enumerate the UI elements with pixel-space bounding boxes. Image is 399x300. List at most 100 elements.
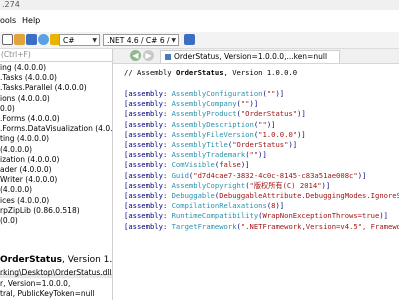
tree-item[interactable]: .Tasks.Parallel (4.0.0.0) <box>0 83 87 93</box>
tab-label: OrderStatus, Version=1.0.0.0,...ken=null <box>174 52 328 61</box>
code-close: )] <box>379 211 388 221</box>
attribute-name[interactable]: AssemblyConfiguration <box>172 89 263 98</box>
code-open: [assembly: <box>124 191 172 200</box>
code-line: [assembly: Debuggable(DebuggableAttribut… <box>124 191 399 201</box>
back-icon[interactable]: ◀ <box>130 50 141 61</box>
attribute-name[interactable]: RuntimeCompatibility <box>172 211 259 220</box>
code-line: [assembly: AssemblyTrademark("")] <box>124 150 267 160</box>
options-icon[interactable] <box>184 34 195 45</box>
language-value: C# <box>63 36 75 45</box>
attribute-name[interactable]: TargetFramework <box>172 222 237 231</box>
attribute-arg: "版权所有(C) 2014" <box>249 180 322 190</box>
code-comment: // Assembly OrderStatus, Version 1.0.0.0 <box>124 68 297 78</box>
attribute-arg: WrapNonExceptionThrows=true <box>262 211 380 221</box>
tree-item[interactable]: .Forms.DataVisualization (4.0.0.0) <box>0 124 112 134</box>
tree-item[interactable]: Writer (4.0.0.0) <box>0 175 57 185</box>
tree-item[interactable]: rpZipLib (0.86.0.518) <box>0 206 80 216</box>
attribute-arg: DebuggableAttribute.DebuggingModes.Ignor… <box>219 191 399 200</box>
attribute-name[interactable]: Guid <box>172 171 189 180</box>
search-icon[interactable] <box>38 34 49 45</box>
attribute-arg: "OrderStatus" <box>232 140 289 149</box>
open-icon[interactable] <box>2 34 13 45</box>
code-open: [assembly: <box>124 201 172 211</box>
code-open: [assembly: <box>124 109 172 119</box>
tree-item[interactable]: ions (4.0.0.0) <box>0 94 50 104</box>
code-open: [assembly: <box>124 140 172 149</box>
code-open: [assembly: <box>124 99 172 109</box>
folder-icon[interactable] <box>14 34 25 45</box>
attribute-name[interactable]: AssemblyTitle <box>172 140 228 149</box>
assembly-info-path: rking\Desktop\OrderStatus.dll <box>0 268 112 277</box>
tree-item[interactable]: ting (4.0.0.0) <box>0 134 49 144</box>
tree-item[interactable]: 0.0) <box>0 104 15 114</box>
comment-suffix: , Version 1.0.0.0 <box>223 68 298 77</box>
tree-item[interactable]: ader (4.0.0.0) <box>0 165 52 175</box>
code-line: [assembly: RuntimeCompatibility(WrapNonE… <box>124 211 388 221</box>
code-open: [assembly: <box>124 221 172 231</box>
assembly-info-version: , Version 1.0.0.0 <box>62 255 113 265</box>
code-line: [assembly: Guid("d7d4cae7-3832-4c0c-8145… <box>124 171 366 181</box>
attribute-arg: "" <box>258 119 267 129</box>
attribute-arg: ".NETFramework,Version=v4.5", FrameworkD… <box>240 221 399 231</box>
tree-search-input[interactable]: (Ctrl+F) <box>0 49 112 62</box>
attribute-arg: "1.0.0.0" <box>258 129 298 139</box>
code-open: [assembly: <box>124 129 172 139</box>
code-line: [assembly: CompilationRelaxations(8)] <box>124 201 284 211</box>
save-icon[interactable] <box>26 34 37 45</box>
window-title: .274 <box>2 0 20 9</box>
menu-tools[interactable]: ools <box>0 16 16 26</box>
tree-item[interactable]: (4.0.0.0) <box>0 145 32 155</box>
attribute-name[interactable]: AssemblyCopyright <box>172 181 246 190</box>
code-pane: ◀ ▶ OrderStatus, Version=1.0.0.0,...ken=… <box>113 49 399 300</box>
code-close: )] <box>297 109 306 119</box>
tree-item[interactable]: (0.0) <box>0 216 18 226</box>
attribute-name[interactable]: AssemblyCompany <box>172 99 237 108</box>
tab-bar: ◀ ▶ OrderStatus, Version=1.0.0.0,...ken=… <box>113 49 399 64</box>
attribute-arg: "" <box>249 150 259 160</box>
version-select[interactable]: .NET 4.6 / C# 6 / VB▼ <box>103 34 179 57</box>
toolbar: C#▼ .NET 4.6 / C# 6 / VB▼ <box>0 32 399 57</box>
code-close: )] <box>288 140 298 149</box>
code-close: )] <box>275 201 285 211</box>
attribute-name[interactable]: CompilationRelaxations <box>172 201 267 210</box>
tree-item[interactable]: ices (4.0.0.0) <box>0 196 49 206</box>
code-close: )] <box>297 129 306 139</box>
assembly-icon <box>165 54 171 60</box>
tree-item[interactable]: .Tasks (4.0.0.0) <box>0 73 57 83</box>
attribute-name[interactable]: AssemblyDescription <box>172 120 254 129</box>
code-line: [assembly: TargetFramework(".NETFramewor… <box>124 222 399 232</box>
code-open: [assembly: <box>124 150 172 160</box>
tree-item[interactable]: ing (4.0.0.0) <box>0 63 46 73</box>
code-line: [assembly: AssemblyFileVersion("1.0.0.0"… <box>124 130 306 140</box>
language-select[interactable]: C# ▼ <box>59 34 100 46</box>
assembly-info-line3: tral, PublicKeyToken=null <box>0 289 95 298</box>
code-open: [assembly: <box>124 89 172 98</box>
attribute-name[interactable]: AssemblyTrademark <box>172 150 246 159</box>
attribute-arg: "d7d4cae7-3832-4c0c-8145-c83a51ae008c" <box>193 170 358 180</box>
tree-item[interactable]: .Forms (4.0.0.0) <box>0 114 60 124</box>
code-open: [assembly: <box>124 119 172 129</box>
title-bar: .274 <box>0 0 399 10</box>
menu-bar: ools Help <box>0 10 399 33</box>
tree-search-placeholder: (Ctrl+F) <box>1 50 31 59</box>
attribute-arg: false <box>219 160 241 170</box>
attribute-arg: "" <box>240 99 250 109</box>
attribute-name[interactable]: Debuggable <box>172 191 215 200</box>
menu-help[interactable]: Help <box>22 16 40 26</box>
attribute-name[interactable]: AssemblyFileVersion <box>172 130 254 139</box>
attribute-name[interactable]: ComVisible <box>172 160 215 169</box>
tree-item[interactable]: (4.0.0.0) <box>0 185 32 195</box>
assembly-info-name: OrderStatus <box>0 255 62 265</box>
code-line: [assembly: ComVisible(false)] <box>124 160 250 170</box>
code-close: )] <box>258 150 267 160</box>
attribute-name[interactable]: AssemblyProduct <box>172 109 237 118</box>
assembly-info-line2: r, Version=1.0.0.0, <box>0 279 71 288</box>
tree-item[interactable]: ization (4.0.0.0) <box>0 155 59 165</box>
code-line: [assembly: AssemblyConfiguration("")] <box>124 89 284 99</box>
code-line: [assembly: AssemblyCompany("")] <box>124 99 258 109</box>
code-close: )] <box>240 160 250 170</box>
tab-orderstatus[interactable]: OrderStatus, Version=1.0.0.0,...ken=null <box>160 50 340 63</box>
forward-icon[interactable]: ▶ <box>143 50 154 61</box>
code-line: [assembly: AssemblyCopyright("版权所有(C) 20… <box>124 181 330 191</box>
code-line: [assembly: AssemblyProduct("OrderStatus"… <box>124 109 306 119</box>
